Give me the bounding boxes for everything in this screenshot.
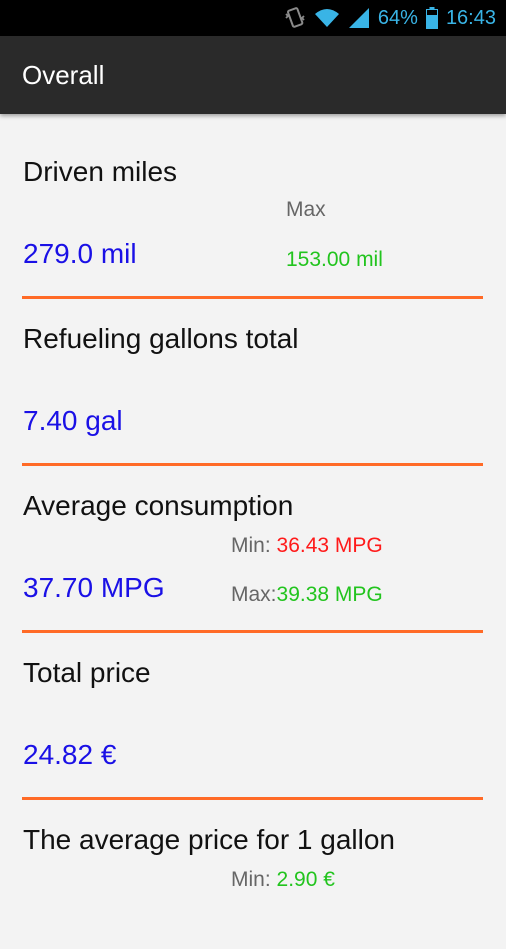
min-value: 36.43 MPG <box>276 534 383 557</box>
total-price-value: 24.82 € <box>23 739 117 770</box>
gallons-heading: Refueling gallons total <box>23 323 299 354</box>
max-label: Max: <box>231 583 277 606</box>
signal-icon <box>348 7 370 29</box>
wifi-icon <box>314 7 340 29</box>
driven-miles-heading: Driven miles <box>23 156 178 187</box>
consumption-value: 37.70 MPG <box>23 572 165 603</box>
min-label: Min: <box>231 534 277 557</box>
battery-percent: 64% <box>377 6 418 29</box>
driven-miles-section: Driven miles Max 279.0 mil 153.00 mil <box>0 114 506 299</box>
status-icons: 64% 16:43 <box>284 0 496 36</box>
status-bar: 64% 16:43 <box>0 0 506 36</box>
min-row: Min: 36.43 MPG <box>231 534 383 558</box>
driven-miles-value: 279.0 mil <box>23 238 137 269</box>
gallons-section: Refueling gallons total 7.40 gal <box>0 281 506 466</box>
max-label: Max <box>286 198 326 221</box>
stats-list: Driven miles Max 279.0 mil 153.00 mil Re… <box>0 114 506 949</box>
action-bar: Overall <box>0 36 506 114</box>
consumption-section: Average consumption Min: 36.43 MPG 37.70… <box>0 448 506 633</box>
page-title: Overall <box>22 60 105 90</box>
min-value: 2.90 € <box>276 868 335 891</box>
gallons-value: 7.40 gal <box>23 405 123 436</box>
total-price-heading: Total price <box>23 657 151 688</box>
average-price-heading: The average price for 1 gallon <box>23 824 395 855</box>
max-row: Max:39.38 MPG <box>231 583 383 607</box>
vibrate-icon <box>284 6 306 30</box>
max-value: 39.38 MPG <box>276 583 383 606</box>
min-row: Min: 2.90 € <box>231 868 335 892</box>
total-price-section: Total price 24.82 € <box>0 615 506 800</box>
battery-icon <box>425 7 438 29</box>
min-label: Min: <box>231 868 277 891</box>
average-price-section: The average price for 1 gallon Min: 2.90… <box>0 782 506 949</box>
consumption-heading: Average consumption <box>23 490 294 521</box>
max-value: 153.00 mil <box>286 248 383 271</box>
clock: 16:43 <box>445 6 496 29</box>
